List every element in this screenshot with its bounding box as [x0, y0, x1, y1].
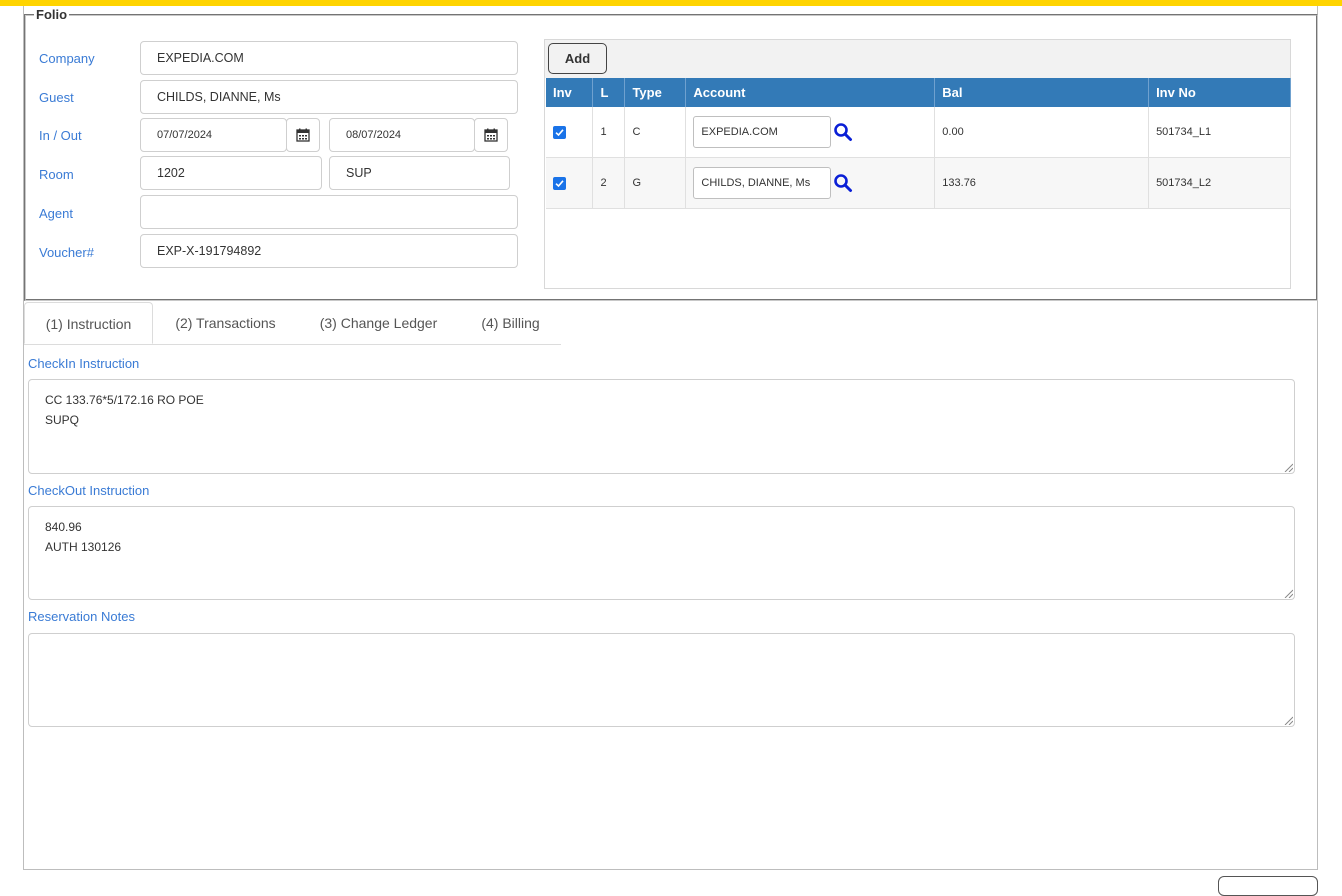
account-cell: EXPEDIA.COM — [685, 107, 936, 158]
ledger-header-row: Inv L Type Account Bal Inv No — [546, 78, 1291, 107]
account-field[interactable]: CHILDS, DIANNE, Ms — [693, 167, 832, 199]
ledger-bal-cell: 133.76 — [934, 157, 1150, 209]
voucher-label: Voucher# — [39, 245, 94, 260]
tab-change-ledger[interactable]: (3) Change Ledger — [306, 302, 451, 344]
ledger-bal-cell: 0.00 — [934, 107, 1150, 158]
guest-field[interactable]: CHILDS, DIANNE, Ms — [140, 80, 518, 114]
col-header-inv-no[interactable]: Inv No — [1148, 78, 1291, 107]
account-field[interactable]: EXPEDIA.COM — [693, 116, 832, 148]
checkin-instruction-textarea[interactable]: CC 133.76*5/172.16 RO POE SUPQ — [28, 379, 1295, 474]
col-header-l[interactable]: L — [592, 78, 626, 107]
checkout-line: AUTH 130126 — [45, 540, 122, 554]
voucher-field[interactable]: EXP-X-191794892 — [140, 234, 518, 268]
ledger-type-cell: C — [624, 107, 687, 158]
agent-label: Agent — [39, 206, 73, 221]
folio-legend: Folio — [36, 7, 68, 22]
checkmark-icon — [555, 128, 564, 136]
checkout-instruction-textarea[interactable]: 840.96 AUTH 130126 — [28, 506, 1295, 600]
table-row[interactable]: 2 G CHILDS, DIANNE, Ms 133.76 501734_L2 — [546, 157, 1291, 209]
calendar-icon — [296, 128, 310, 142]
ledger-l-cell: 2 — [592, 157, 626, 209]
checkin-line: CC 133.76*5/172.16 RO POE — [45, 393, 204, 407]
table-row[interactable]: 1 C EXPEDIA.COM 0.00 501734_L1 — [546, 107, 1291, 158]
ledger-l-cell: 1 — [592, 107, 626, 158]
room-number-field[interactable]: 1202 — [140, 156, 322, 190]
checkin-line: SUPQ — [45, 413, 80, 427]
inv-checkbox[interactable] — [553, 125, 566, 139]
guest-label: Guest — [39, 90, 74, 105]
resize-grip-icon[interactable] — [1284, 463, 1293, 472]
col-header-account[interactable]: Account — [685, 78, 936, 107]
calendar-icon — [484, 128, 498, 142]
tab-instruction[interactable]: (1) Instruction — [24, 302, 153, 344]
tab-billing[interactable]: (4) Billing — [471, 302, 550, 344]
search-icon[interactable] — [833, 122, 853, 142]
account-cell: CHILDS, DIANNE, Ms — [685, 157, 936, 209]
room-type-field[interactable]: SUP — [329, 156, 510, 190]
inv-checkbox[interactable] — [553, 176, 566, 190]
ledger-grid: Add Inv L Type Account Bal Inv No 1 C EX… — [544, 39, 1291, 289]
tab-bar: (1) Instruction (2) Transactions (3) Cha… — [24, 302, 561, 345]
company-field[interactable]: EXPEDIA.COM — [140, 41, 518, 75]
checkout-instruction-label: CheckOut Instruction — [28, 483, 150, 498]
tab-transactions[interactable]: (2) Transactions — [162, 302, 289, 344]
resize-grip-icon[interactable] — [1284, 589, 1293, 598]
agent-field[interactable] — [140, 195, 518, 229]
col-header-inv[interactable]: Inv — [546, 78, 594, 107]
ledger-table: Inv L Type Account Bal Inv No 1 C EXPEDI… — [546, 78, 1291, 209]
resize-grip-icon[interactable] — [1284, 716, 1293, 725]
ledger-toolbar: Add — [545, 40, 1290, 78]
room-label: Room — [39, 167, 74, 182]
ledger-inv-no-cell: 501734_L1 — [1148, 107, 1291, 158]
checkmark-icon — [555, 179, 564, 187]
footer-button[interactable] — [1218, 876, 1318, 896]
in-out-label: In / Out — [39, 128, 82, 143]
check-out-date-field[interactable]: 08/07/2024 — [329, 118, 475, 152]
company-label: Company — [39, 51, 95, 66]
inv-cell — [546, 107, 594, 158]
checkin-instruction-label: CheckIn Instruction — [28, 356, 140, 371]
checkout-line: 840.96 — [45, 520, 82, 534]
add-ledger-button[interactable]: Add — [548, 43, 607, 74]
inv-cell — [546, 157, 594, 209]
reservation-notes-label: Reservation Notes — [28, 609, 135, 624]
reservation-notes-textarea[interactable] — [28, 633, 1295, 727]
check-in-calendar-button[interactable] — [286, 118, 320, 152]
ledger-type-cell: G — [624, 157, 687, 209]
ledger-inv-no-cell: 501734_L2 — [1148, 157, 1291, 209]
search-icon[interactable] — [833, 173, 853, 193]
col-header-bal[interactable]: Bal — [934, 78, 1150, 107]
check-out-calendar-button[interactable] — [474, 118, 508, 152]
col-header-type[interactable]: Type — [624, 78, 687, 107]
check-in-date-field[interactable]: 07/07/2024 — [140, 118, 287, 152]
